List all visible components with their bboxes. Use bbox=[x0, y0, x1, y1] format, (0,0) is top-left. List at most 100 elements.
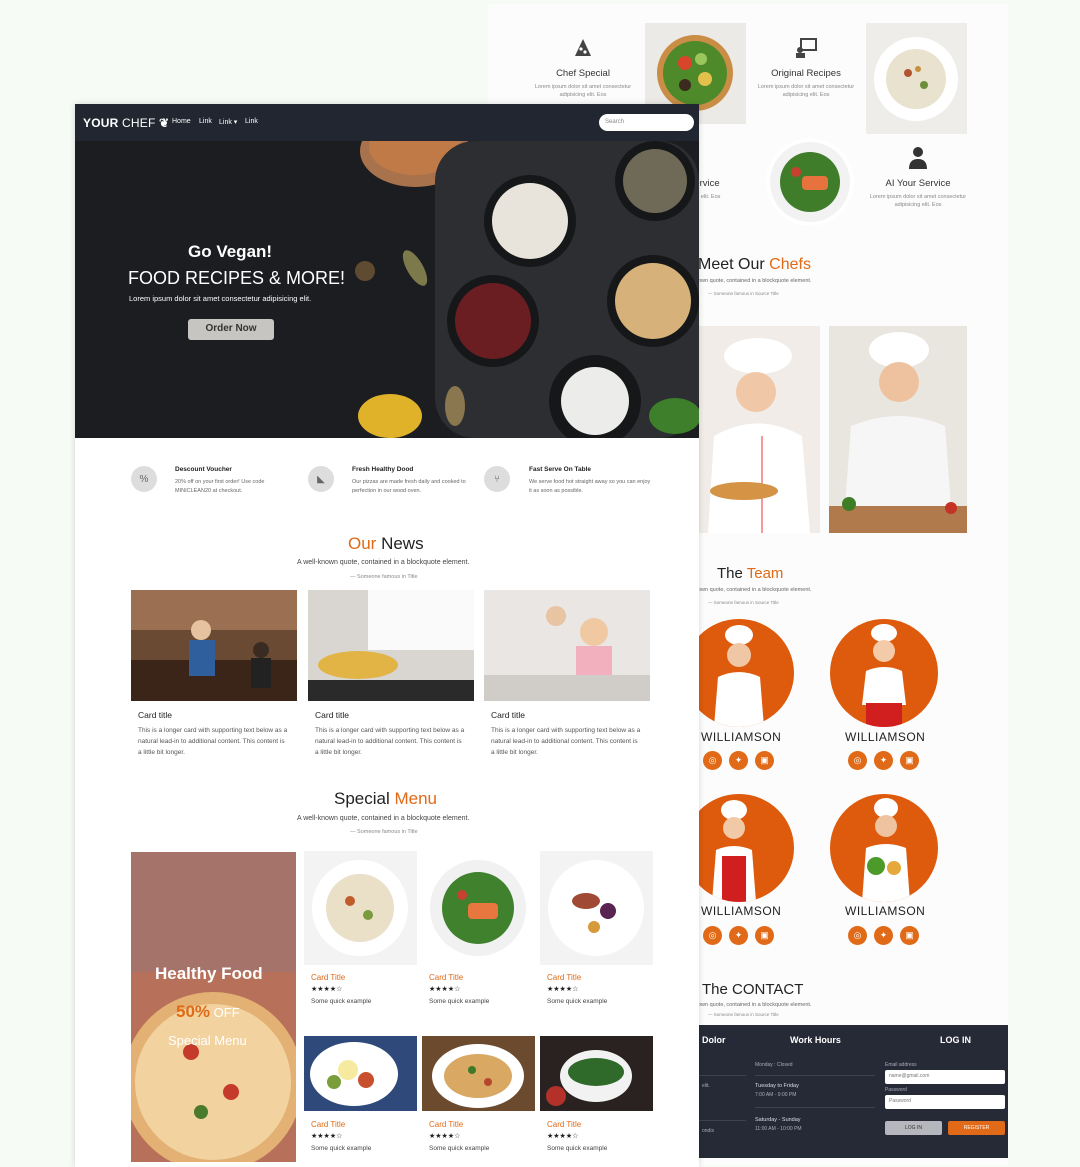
soup-bowl-image bbox=[866, 23, 967, 134]
feature-chef-special: Chef Special Lorem ipsum dolor sit amet … bbox=[528, 36, 638, 99]
salmon-salad-image bbox=[766, 138, 854, 226]
hours-time: 11:00 AM - 10:00 PM bbox=[755, 1126, 802, 1132]
twitter-icon[interactable]: ✦ bbox=[874, 751, 893, 770]
menu-card-text: Some quick example bbox=[547, 998, 608, 1005]
rating-stars: ★★★★☆ bbox=[311, 1133, 343, 1140]
card-text: This is a longer card with supporting te… bbox=[491, 727, 641, 756]
instagram-icon[interactable]: ◎ bbox=[703, 926, 722, 945]
meet-source: — Someone famous in Source Title bbox=[708, 291, 779, 296]
login-button[interactable]: LOG IN bbox=[885, 1121, 942, 1135]
menu-heading: Special Menu bbox=[334, 789, 438, 808]
rating-stars: ★★★★☆ bbox=[547, 986, 579, 993]
menu-card-title: Card Title bbox=[429, 973, 464, 982]
search-input[interactable]: Search bbox=[599, 114, 694, 131]
menu-quote: A well-known quote, contained in a block… bbox=[297, 815, 470, 822]
chef-photo-2 bbox=[829, 326, 967, 533]
menu-card-text: Some quick example bbox=[429, 1145, 490, 1152]
service-desc: 20% off on your first order! Use code MI… bbox=[175, 479, 265, 494]
register-button[interactable]: REGISTER bbox=[948, 1121, 1005, 1135]
meet-quote: own quote, contained in a blockquote ele… bbox=[698, 278, 812, 284]
main-page-preview: YOUR CHEF ❦ Home Link Link ▾ Link Search… bbox=[75, 104, 699, 1167]
menu-card-title: Card Title bbox=[311, 1120, 346, 1129]
meet-chefs-heading: Meet Our Chefs bbox=[698, 256, 811, 273]
feature-desc: Lorem ipsum dolor sit amet consectetur a… bbox=[757, 84, 855, 98]
card-text: This is a longer card with supporting te… bbox=[315, 727, 465, 756]
hours-time: 7:00 AM - 9:00 PM bbox=[755, 1092, 797, 1098]
hours-day: Monday : Closed bbox=[755, 1062, 793, 1068]
hours-day: Saturday - Sunday bbox=[755, 1117, 801, 1123]
twitter-icon[interactable]: ✦ bbox=[874, 926, 893, 945]
navbar: YOUR CHEF ❦ Home Link Link ▾ Link Search bbox=[75, 104, 699, 141]
instagram-icon[interactable]: ◎ bbox=[848, 926, 867, 945]
menu-source: — Someone famous in Title bbox=[350, 829, 418, 835]
contact-quote: own quote, contained in a blockquote ele… bbox=[698, 1002, 812, 1008]
breakfast-image bbox=[304, 1036, 417, 1111]
chef-name: WILLIAMSON bbox=[701, 904, 782, 918]
news-source: — Someone famous in Title bbox=[350, 574, 418, 580]
linkedin-icon[interactable]: ▣ bbox=[900, 926, 919, 945]
linkedin-icon[interactable]: ▣ bbox=[755, 751, 774, 770]
chef-avatar-2 bbox=[830, 619, 938, 727]
footer-col1-line: ondis bbox=[702, 1128, 714, 1134]
footer: Dolor elit. ondis Work Hours Monday : Cl… bbox=[698, 1025, 1008, 1158]
family-kitchen-photo bbox=[484, 590, 650, 701]
service-desc: We serve food hot straight away so you c… bbox=[529, 479, 651, 494]
nav-link-dropdown[interactable]: Link ▾ bbox=[219, 118, 237, 126]
nav-link-home[interactable]: Home bbox=[172, 118, 191, 125]
chef-avatar-4 bbox=[830, 794, 938, 902]
feature-title: AI Your Service bbox=[885, 178, 951, 189]
nav-link[interactable]: Link bbox=[245, 118, 258, 125]
plated-dish-image bbox=[540, 851, 653, 965]
hero-subheading: FOOD RECIPES & MORE! bbox=[128, 268, 346, 288]
cooking-photo bbox=[308, 590, 474, 701]
instagram-icon[interactable]: ◎ bbox=[703, 751, 722, 770]
menu-card-text: Some quick example bbox=[547, 1145, 608, 1152]
card-title: Card title bbox=[491, 710, 526, 720]
footer-col1-line: elit. bbox=[702, 1083, 710, 1089]
twitter-icon[interactable]: ✦ bbox=[729, 926, 748, 945]
cutlery-icon: ⑂ bbox=[484, 466, 510, 492]
promo-title: Healthy Food bbox=[155, 964, 263, 983]
soup-image bbox=[304, 851, 417, 965]
feature-desc: Lorem ipsum dolor sit amet consectetur a… bbox=[534, 84, 632, 98]
menu-card-title: Card Title bbox=[311, 973, 346, 982]
feature-desc: Lorem ipsum dolor sit amet consectetur a… bbox=[869, 194, 967, 208]
linkedin-icon[interactable]: ▣ bbox=[900, 751, 919, 770]
restaurant-photo bbox=[131, 590, 297, 701]
menu-card-title: Card Title bbox=[547, 1120, 582, 1129]
feature-ai-service: AI Your Service Lorem ipsum dolor sit am… bbox=[863, 146, 973, 209]
rating-stars: ★★★★☆ bbox=[311, 986, 343, 993]
card-title: Card title bbox=[138, 710, 173, 720]
hero-text: Lorem ipsum dolor sit amet consectetur a… bbox=[129, 294, 312, 303]
password-field[interactable]: Password bbox=[885, 1095, 1005, 1109]
instagram-icon[interactable]: ◎ bbox=[848, 751, 867, 770]
order-now-button[interactable]: Order Now bbox=[188, 319, 274, 340]
salmon-salad-image bbox=[422, 851, 535, 965]
linkedin-icon[interactable]: ▣ bbox=[755, 926, 774, 945]
brand-logo[interactable]: YOUR CHEF ❦ bbox=[83, 116, 169, 130]
presenter-icon bbox=[796, 38, 817, 58]
email-field[interactable]: name@gmail.com bbox=[885, 1070, 1005, 1084]
feature-title: Original Recipes bbox=[771, 68, 841, 79]
team-source: — Someone famous in Source Title bbox=[708, 600, 779, 605]
news-heading: Our News bbox=[348, 534, 424, 553]
chef-photo-1 bbox=[698, 326, 820, 533]
feature-original-recipes: Original Recipes Lorem ipsum dolor sit a… bbox=[751, 36, 861, 99]
twitter-icon[interactable]: ✦ bbox=[729, 751, 748, 770]
promo-banner[interactable]: Healthy Food 50% OFF Special Menu bbox=[131, 852, 296, 1162]
contact-heading: The CONTACT bbox=[702, 981, 804, 998]
chef-name: WILLIAMSON bbox=[701, 730, 782, 744]
work-hours-title: Work Hours bbox=[790, 1035, 841, 1045]
footer-col1-title: Dolor bbox=[702, 1035, 726, 1045]
hero-banner: Go Vegan! FOOD RECIPES & MORE! Lorem ips… bbox=[75, 141, 699, 438]
card-title: Card title bbox=[315, 710, 350, 720]
service-desc: Our pizzas are made fresh daily and cook… bbox=[352, 479, 466, 494]
service-title: Fast Serve On Table bbox=[529, 466, 592, 473]
email-label: Email address bbox=[885, 1062, 917, 1068]
nav-link[interactable]: Link bbox=[199, 118, 212, 125]
card-text: This is a longer card with supporting te… bbox=[138, 727, 288, 756]
hero-heading: Go Vegan! bbox=[188, 242, 273, 261]
percent-icon: % bbox=[131, 466, 157, 492]
greens-bowl-image bbox=[540, 1036, 653, 1111]
menu-card-text: Some quick example bbox=[429, 998, 490, 1005]
